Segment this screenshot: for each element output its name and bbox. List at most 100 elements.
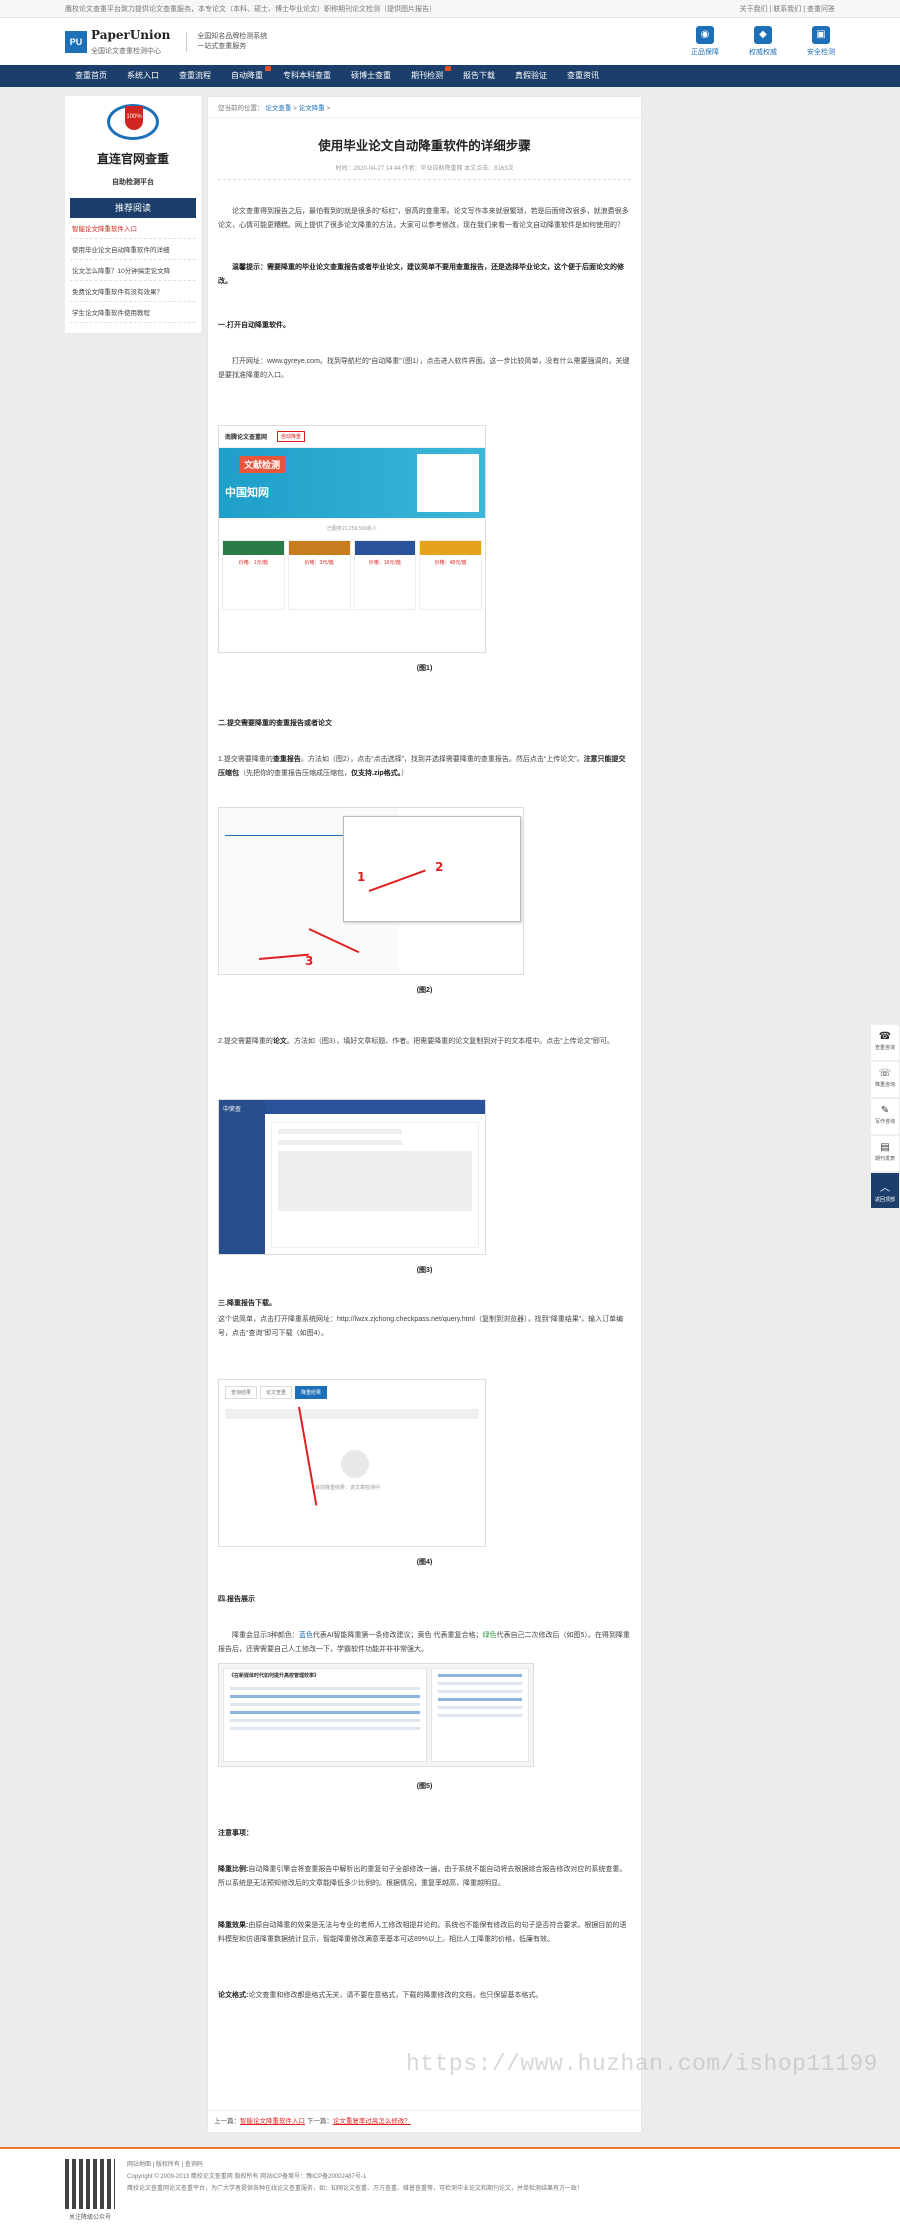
feature-label: 正品保障 [691,49,719,56]
step2b-text: 2.提交需要降重的论文。方法如（图3），填好文章标题、作者。把需要降重的论文复制… [218,1038,614,1045]
recommend-item[interactable]: 使用毕业论文自动降重软件的详细 [70,239,196,260]
writing-consult-button[interactable]: ✎ 写作咨询 [870,1098,900,1135]
back-to-top-button[interactable]: ︿ 返回顶部 [870,1172,900,1209]
logo-name: PaperUnion [91,27,171,42]
watermark-text: https://www.huzhan.com/ishop11199 [406,2051,878,2077]
header-feature-icons: ◉ 正品保障 ◆ 权威权威 ▣ 安全检测 [691,26,835,57]
logo-mark: PU [65,30,87,53]
figure-3-caption: (图3) [416,1267,433,1274]
qr-caption: 关注降级公众号 [68,2215,111,2221]
prev-article-link[interactable]: 智能论文降重软件入口 [240,2118,305,2125]
fig2-step-1: 1 [357,870,366,884]
feature-authority: ◆ 权威权威 [749,26,777,57]
nav-verify[interactable]: 真假验证 [505,65,557,87]
fig1-site-name: 南腾论文查重网 [225,435,268,441]
step2-text: 1.提交需要降重的查重报告。方法如（图2），点击“点击选择”，找到并选择需要降重… [218,756,626,777]
brand-logo[interactable]: 100% 直连官网查重 自助检测平台 [70,102,196,190]
floating-contact-bar: ☎ 查重咨询 ☏ 降重咨询 ✎ 写作咨询 ▤ 期刊发表 ︿ 返回顶部 [870,1024,900,1209]
figure-3-screenshot: 中荣查 [218,1099,486,1255]
qr-code-icon [65,2159,115,2209]
article-title: 使用毕业论文自动降重软件的详细步骤 [318,139,531,153]
main-nav: 查重首页 系统入口 查重流程 自动降重 专科本科查重 硕博士查重 期刊检测 报告… [0,65,900,87]
feature-security: ▣ 安全检测 [807,26,835,57]
nav-report-download[interactable]: 报告下载 [453,65,505,87]
brand-title: 直连官网查重 [96,152,169,166]
hot-badge [445,66,451,71]
breadcrumb-link[interactable]: 论文查重 [265,105,291,112]
figure-2-caption: (图2) [416,987,433,994]
top-bar-links[interactable]: 关于我们 | 联系我们 | 查重问答 [740,4,835,14]
recommend-item[interactable]: 智能论文降重软件入口 [70,218,196,239]
slogan-line-2: 一站式查重服务 [197,42,247,50]
prev-next-nav: 上一篇：智能论文降重软件入口 下一篇：论文重复率过高怎么修改？ [208,2110,641,2132]
recommend-heading: 推荐阅读 [70,198,196,218]
nav-journal-check[interactable]: 期刊检测 [401,65,453,87]
recommend-item[interactable]: 免费论文降重软件有没有效果？ [70,281,196,302]
figure-5-caption: (图5) [416,1783,433,1790]
qr-block: 关注降级公众号 [65,2159,115,2221]
article: 您当前的位置： 论文查重 > 论文降重 > 使用毕业论文自动降重软件的详细步骤 … [207,96,642,2133]
figure-5-screenshot: 《在新媒体时代如何提升高校管理效率》 [218,1663,534,1767]
nav-undergrad-check[interactable]: 专科本科查重 [273,65,341,87]
step4-title: 四.报告展示 [218,1596,255,1603]
shield-badge-icon: 100% [101,102,165,146]
slogan: 全国知名品牌检测系统 一站式查重服务 [186,31,268,52]
headset-icon: ☎ [878,1031,892,1042]
recommend-item[interactable]: 论文怎么降重？10分钟搞定论文降 [70,260,196,281]
next-article-link[interactable]: 论文重复率过高怎么修改？ [333,2118,411,2125]
nav-master-check[interactable]: 硕博士查重 [341,65,401,87]
figure-4-caption: (图4) [416,1559,433,1566]
notes-title: 注意事项： [218,1830,253,1837]
top-bar: 鹰校论文查重平台致力提供论文查重服务，本专论文（本科、硕士、博士毕业论文）职称期… [0,0,900,18]
slogan-line-1: 全国知名品牌检测系统 [197,32,268,40]
nav-system-entry[interactable]: 系统入口 [117,65,169,87]
check-consult-button[interactable]: ☎ 查重咨询 [870,1024,900,1061]
fig1-nav-selected: 自动降重 [277,431,306,442]
header: PU PaperUnion 全国论文查重检测中心 全国知名品牌检测系统 一站式查… [0,18,900,65]
phone-icon: ☏ [878,1068,892,1079]
footer-text: 网站地图 | 版权所有 | 查询码 Copyright © 2009-2013 … [127,2159,583,2221]
step1-title: 一.打开自动降重软件。 [218,322,290,329]
step2-title: 二.提交需要降重的查重报告或者论文 [218,720,332,727]
note-ratio: 降重比例:自动降重引擎会将查重报告中解析出的重复句子全部修改一遍，由于系统不能自… [218,1866,627,1887]
logo-subtitle: 全国论文查重检测中心 [91,47,161,55]
footer-link[interactable]: 网站地图 [127,2162,151,2168]
journal-publish-button[interactable]: ▤ 期刊发表 [870,1135,900,1172]
footer-link[interactable]: 版权所有 [156,2162,180,2168]
genuine-icon: ◉ [696,26,714,44]
fig1-banner-title: 文献检测 [239,456,286,473]
step3-title: 三.降重报告下载。 [218,1300,276,1307]
feature-label: 权威权威 [749,49,777,56]
tip-paragraph: 温馨提示：需要降重的毕业论文查重报告或者毕业论文，建议简单不要用查重报告，还是选… [218,264,624,285]
breadcrumb: 您当前的位置： 论文查重 > 论文降重 > [208,97,641,118]
nav-home[interactable]: 查重首页 [65,65,117,87]
figure-2-screenshot: 1 2 3 [218,807,524,975]
site-logo[interactable]: PU PaperUnion 全国论文查重检测中心 [65,28,170,56]
figure-1-screenshot: 南腾论文查重网 自动降重 文献检测 中国知网 已服务21,259,569余人 价… [218,425,486,653]
main-area: 100% 直连官网查重 自助检测平台 推荐阅读 智能论文降重软件入口 使用毕业论… [65,96,835,2133]
step3-text: 这个说简单，点击打开降重系统网址：http://lwzx.zjchong.che… [218,1316,624,1337]
figure-1-caption: (图1) [416,665,433,672]
hot-badge [265,66,271,71]
fig1-banner-subtitle: 中国知网 [225,487,269,499]
footer: 关注降级公众号 网站地图 | 版权所有 | 查询码 Copyright © 20… [0,2147,900,2236]
intro-paragraph: 论文查重得到报告之后，最怕看到的就是很多的“标红”，很高的查重率。论文写作本来就… [218,208,629,229]
note-format: 论文格式:论文查重和修改都是格式无关，请不要在意格式，下载的降重修改的文档，也只… [218,1992,543,1999]
nav-process[interactable]: 查重流程 [169,65,221,87]
reduce-consult-button[interactable]: ☏ 降重咨询 [870,1061,900,1098]
top-bar-intro: 鹰校论文查重平台致力提供论文查重服务，本专论文（本科、硕士、博士毕业论文）职称期… [65,6,436,13]
breadcrumb-link[interactable]: 论文降重 [299,105,325,112]
nav-auto-reduce[interactable]: 自动降重 [221,65,273,87]
fig2-step-3: 3 [305,954,314,968]
footer-link[interactable]: 查询码 [185,2162,203,2168]
recommend-item[interactable]: 学生论文降重软件使用教程 [70,302,196,323]
nav-news[interactable]: 查重资讯 [557,65,609,87]
fig1-stats: 已服务21,259,569余人 [326,526,378,532]
recommend-list: 智能论文降重软件入口 使用毕业论文自动降重软件的详细 论文怎么降重？10分钟搞定… [70,218,196,323]
feature-label: 安全检测 [807,49,835,56]
step1-text: 打开网址：www.gyreye.com。找到导航栏的“自动降重”（图1），点击进… [218,358,630,379]
article-meta: 时间：2020-04-27 14:44 作者：毕业自助降重网 本文点击：8163… [218,163,631,180]
fig2-step-2: 2 [435,860,444,874]
pen-icon: ✎ [880,1105,890,1116]
copyright: Copyright © 2009-2013 鹰校论文查重网 版权所有 网站ICP… [127,2174,367,2180]
